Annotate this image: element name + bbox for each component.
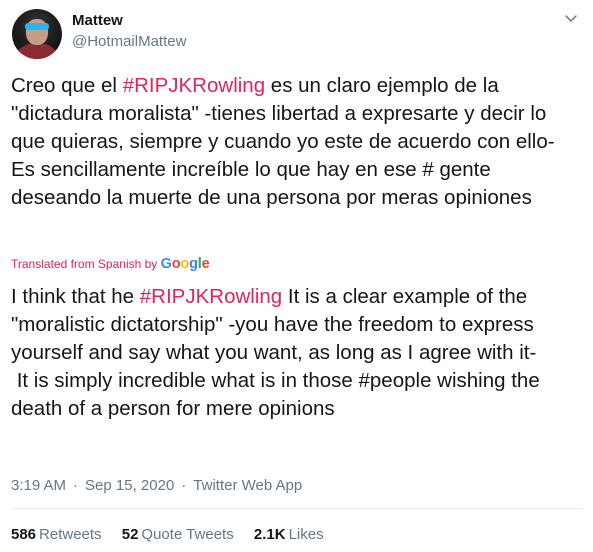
tweet-date[interactable]: Sep 15, 2020 [85, 477, 174, 494]
divider [11, 508, 582, 509]
author-handle[interactable]: @HotmailMattew [72, 33, 186, 50]
original-text-part1: Creo que el [11, 74, 123, 97]
likes-stat[interactable]: 2.1K Likes [254, 526, 324, 543]
translation-attribution: Translated from Spanish by Google [11, 256, 210, 272]
avatar-body [17, 43, 57, 59]
quote-tweets-stat[interactable]: 52 Quote Tweets [122, 526, 234, 543]
google-logo: Google [160, 256, 210, 272]
avatar-sunglasses [25, 23, 49, 30]
tweet-translated-text: I think that he #RIPJKRowling It is a cl… [11, 283, 586, 423]
separator: · [73, 477, 79, 494]
retweets-stat[interactable]: 586 Retweets [11, 526, 102, 543]
quote-tweets-label: Quote Tweets [141, 526, 234, 543]
tweet-original-text: Creo que el #RIPJKRowling es un claro ej… [11, 72, 586, 212]
author-name[interactable]: Mattew [72, 12, 123, 29]
avatar[interactable] [12, 9, 62, 59]
quote-tweets-count: 52 [121, 526, 139, 543]
separator: · [181, 477, 187, 494]
likes-count: 2.1K [253, 526, 286, 543]
hashtag-link[interactable]: #RIPJKRowling [140, 285, 282, 308]
translation-label: Translated from Spanish by [11, 257, 161, 271]
tweet-metadata: 3:19 AM · Sep 15, 2020 · Twitter Web App [11, 477, 302, 494]
retweets-label: Retweets [39, 526, 102, 543]
likes-label: Likes [288, 526, 324, 543]
engagement-stats: 586 Retweets 52 Quote Tweets 2.1K Likes [11, 526, 340, 543]
tweet-source[interactable]: Twitter Web App [193, 477, 302, 494]
tweet-time[interactable]: 3:19 AM [11, 477, 66, 494]
chevron-down-icon[interactable] [563, 10, 579, 26]
hashtag-link[interactable]: #RIPJKRowling [123, 74, 265, 97]
retweets-count: 586 [11, 526, 37, 543]
translated-text-part1: I think that he [11, 285, 140, 308]
